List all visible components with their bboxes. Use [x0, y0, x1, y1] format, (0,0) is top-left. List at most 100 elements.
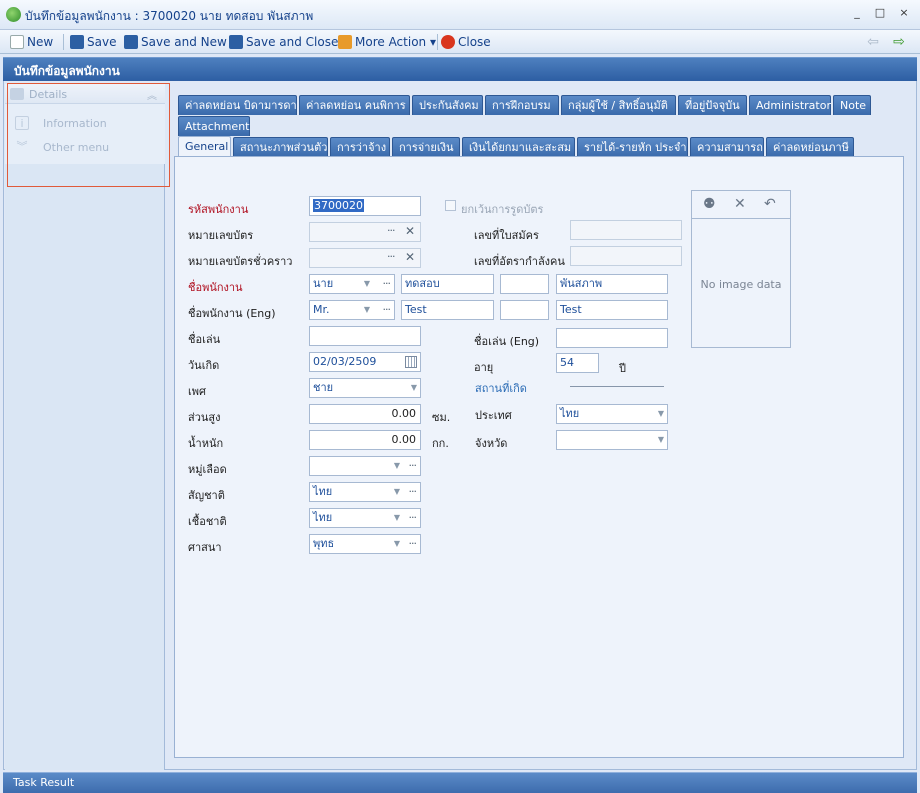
- ellipsis-icon[interactable]: ···: [387, 250, 395, 263]
- delete-photo-icon[interactable]: ✕: [734, 196, 746, 212]
- maximize-button[interactable]: □: [872, 6, 888, 22]
- gender-combo[interactable]: ชาย ▼: [309, 378, 421, 398]
- ellipsis-icon[interactable]: ···: [409, 483, 417, 501]
- nickname-label: ชื่อเล่น: [188, 333, 221, 346]
- country-value: ไทย: [560, 407, 580, 420]
- tab-recurring-income[interactable]: รายได้-รายหัก ประจำ: [577, 137, 688, 157]
- details-panel: Details ︽ i Information ︾ Other menu: [5, 84, 165, 164]
- details-icon: [10, 88, 24, 100]
- chevron-down-icon: ▼: [393, 513, 400, 522]
- ellipsis-icon[interactable]: ···: [409, 509, 417, 527]
- prefix-th-combo[interactable]: นาย ▼ ···: [309, 274, 395, 294]
- sidebar-item-information[interactable]: i Information: [15, 115, 107, 131]
- close-window-button[interactable]: ×: [896, 6, 912, 22]
- tab-current-address[interactable]: ที่อยู่ปัจจุบัน: [678, 95, 747, 115]
- ellipsis-icon[interactable]: ···: [383, 301, 391, 319]
- save-label: Save: [87, 35, 117, 49]
- nickname-input[interactable]: [309, 326, 421, 346]
- application-no-label: เลขที่ใบสมัคร: [474, 229, 539, 242]
- card-no-label: หมายเลขบัตร: [188, 229, 254, 242]
- tab-employment[interactable]: การว่าจ้าง: [330, 137, 390, 157]
- save-and-new-button[interactable]: Save and New: [124, 33, 227, 51]
- tab-social-security[interactable]: ประกันสังคม: [412, 95, 483, 115]
- clear-icon[interactable]: ✕: [405, 224, 415, 238]
- tab-general[interactable]: General: [178, 136, 231, 157]
- tab-tax-deduction[interactable]: ค่าลดหย่อนภาษี: [766, 137, 854, 157]
- emp-code-label: รหัสพนักงาน: [188, 203, 249, 216]
- last-name-th-input[interactable]: พันสภาพ: [556, 274, 668, 294]
- birthdate-value: 02/03/2509: [313, 355, 377, 368]
- emp-code-input[interactable]: 3700020: [309, 196, 421, 216]
- height-unit: ซม.: [432, 411, 451, 424]
- nationality-value: ไทย: [313, 485, 333, 498]
- chevron-down-icon: ▼: [363, 305, 370, 314]
- save-new-icon: [124, 35, 138, 49]
- details-header[interactable]: Details ︽: [5, 84, 165, 104]
- sidebar-item-label: Information: [43, 116, 107, 130]
- window-title: บันทึกข้อมูลพนักงาน : 3700020 นาย ทดสอบ …: [25, 9, 314, 23]
- ellipsis-icon[interactable]: ···: [383, 275, 391, 293]
- more-action-button[interactable]: More Action ▾: [338, 33, 436, 51]
- tab-attachment[interactable]: Attachment: [178, 116, 250, 136]
- tab-administrator[interactable]: Administrator: [749, 95, 831, 115]
- undo-icon[interactable]: ↶: [764, 196, 776, 212]
- age-input[interactable]: 54: [556, 353, 599, 373]
- last-name-en-input[interactable]: Test: [556, 300, 668, 320]
- manpower-no-input[interactable]: [570, 246, 682, 266]
- task-result-bar[interactable]: Task Result: [3, 772, 917, 793]
- height-input[interactable]: 0.00: [309, 404, 421, 424]
- save-button[interactable]: Save: [70, 33, 116, 51]
- forward-arrow-icon[interactable]: ⇨: [890, 34, 908, 50]
- save-and-close-label: Save and Close: [246, 35, 339, 49]
- age-unit: ปี: [619, 362, 626, 375]
- birthplace-label: สถานที่เกิด: [475, 382, 527, 395]
- tab-user-group[interactable]: กลุ่มผู้ใช้ / สิทธิ์อนุมัติ: [561, 95, 676, 115]
- nickname-en-input[interactable]: [556, 328, 668, 348]
- application-no-input[interactable]: [570, 220, 682, 240]
- religion-label: ศาสนา: [188, 541, 222, 554]
- tab-note[interactable]: Note: [833, 95, 871, 115]
- ellipsis-icon[interactable]: ···: [409, 457, 417, 475]
- clear-icon[interactable]: ✕: [405, 250, 415, 264]
- collapse-icon[interactable]: ︽: [147, 87, 157, 102]
- first-name-th-input[interactable]: ทดสอบ: [401, 274, 494, 294]
- tab-income-carried[interactable]: เงินได้ยกมาและสะสม: [462, 137, 575, 157]
- middle-name-en-input[interactable]: [500, 300, 549, 320]
- exempt-scan-checkbox[interactable]: [445, 200, 456, 211]
- tab-personal-status[interactable]: สถานะภาพส่วนตัว: [233, 137, 328, 157]
- chevron-down-icon: ▼: [393, 539, 400, 548]
- tab-disabled-deduction[interactable]: ค่าลดหย่อน คนพิการ: [299, 95, 410, 115]
- chevron-down-icon: ▼: [393, 487, 400, 496]
- temp-card-label: หมายเลขบัตรชั่วคราว: [188, 255, 293, 268]
- chevron-down-icon: ▼: [393, 461, 400, 470]
- save-and-close-button[interactable]: Save and Close: [229, 33, 338, 51]
- nationality-combo[interactable]: ไทย ▼ ···: [309, 482, 421, 502]
- minimize-button[interactable]: _: [849, 6, 865, 22]
- middle-name-th-input[interactable]: [500, 274, 549, 294]
- name-th-label: ชื่อพนักงาน: [188, 281, 243, 294]
- ellipsis-icon[interactable]: ···: [409, 535, 417, 553]
- add-photo-icon[interactable]: ⚉: [703, 196, 716, 212]
- sidebar-item-other-menu[interactable]: ︾ Other menu: [15, 139, 110, 155]
- race-value: ไทย: [313, 511, 333, 524]
- country-combo[interactable]: ไทย ▼: [556, 404, 668, 424]
- birthdate-input[interactable]: 02/03/2509: [309, 352, 421, 372]
- religion-combo[interactable]: พุทธ ▼ ···: [309, 534, 421, 554]
- tab-parent-deduction[interactable]: ค่าลดหย่อน บิดามารดา: [178, 95, 297, 115]
- no-image-text: No image data: [700, 278, 782, 291]
- race-combo[interactable]: ไทย ▼ ···: [309, 508, 421, 528]
- province-combo[interactable]: ▼: [556, 430, 668, 450]
- toolbar: New Save Save and New Save and Close Mor…: [0, 30, 920, 54]
- tab-training[interactable]: การฝึกอบรม: [485, 95, 559, 115]
- calendar-icon[interactable]: [405, 356, 417, 368]
- prefix-en-combo[interactable]: Mr. ▼ ···: [309, 300, 395, 320]
- ellipsis-icon[interactable]: ···: [387, 224, 395, 237]
- first-name-en-input[interactable]: Test: [401, 300, 494, 320]
- blood-combo[interactable]: ▼ ···: [309, 456, 421, 476]
- weight-input[interactable]: 0.00: [309, 430, 421, 450]
- close-button[interactable]: Close: [441, 33, 491, 51]
- tab-payment[interactable]: การจ่ายเงิน: [392, 137, 460, 157]
- tab-skills[interactable]: ความสามารถ: [690, 137, 764, 157]
- new-button[interactable]: New: [10, 33, 53, 51]
- back-arrow-icon[interactable]: ⇦: [864, 34, 882, 50]
